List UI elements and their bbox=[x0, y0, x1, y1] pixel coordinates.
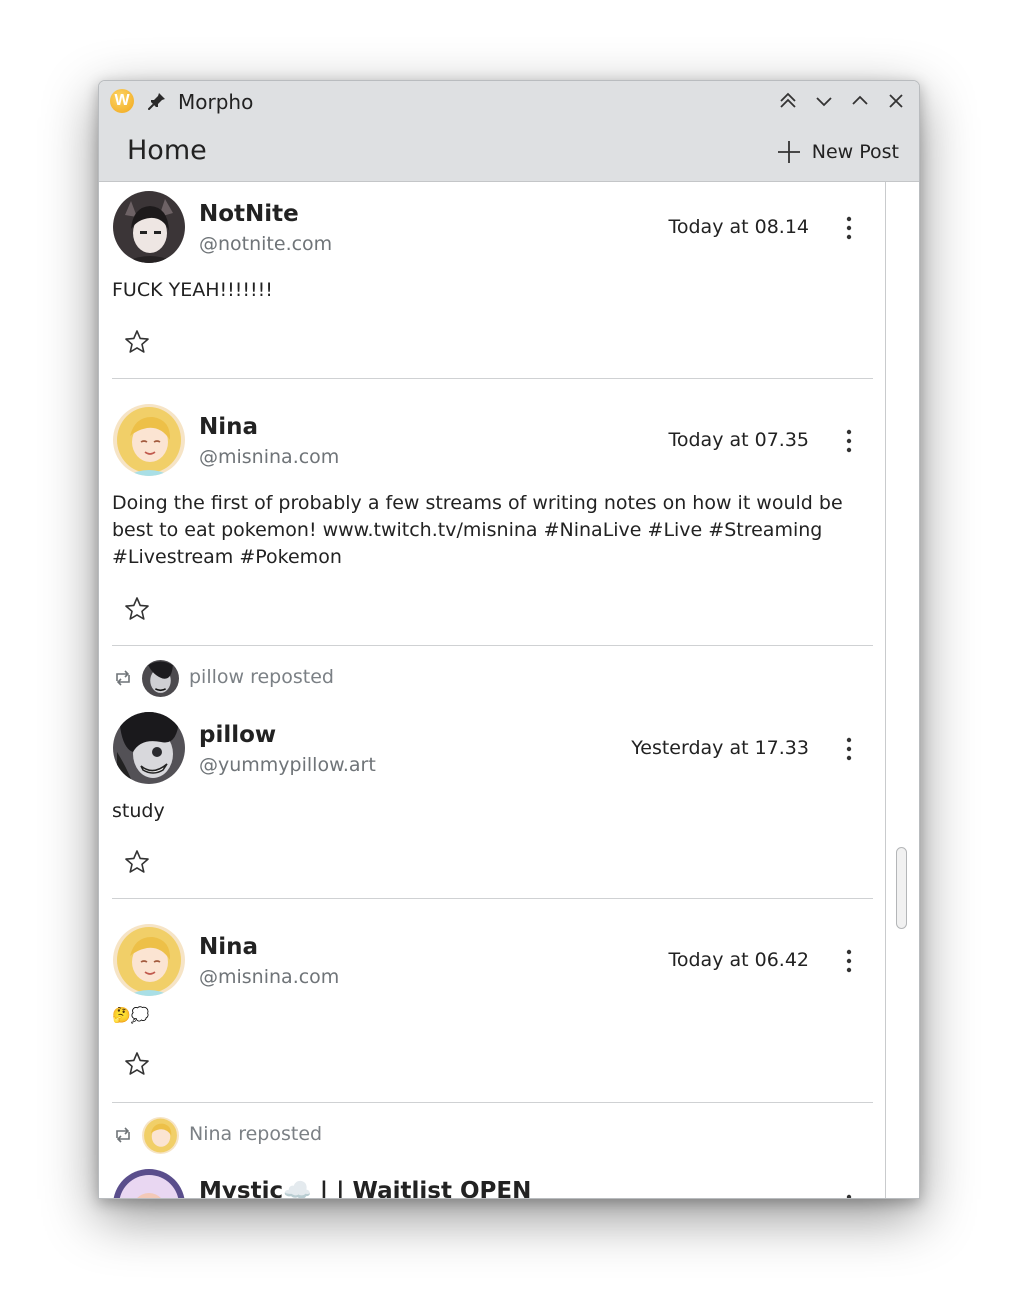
plus-icon bbox=[777, 141, 800, 163]
page-title: Home bbox=[127, 135, 207, 166]
maximize-button[interactable] bbox=[849, 90, 871, 112]
more-options-icon[interactable] bbox=[839, 215, 859, 241]
post-card[interactable]: Nina @misnina.com Today at 06.42 🤔💭 bbox=[112, 899, 873, 1102]
post-text: study bbox=[112, 800, 165, 822]
pin-icon[interactable] bbox=[147, 91, 167, 111]
window-title: Morpho bbox=[178, 90, 254, 114]
post-card[interactable]: Nina @misnina.com Today at 07.35 Doing t… bbox=[112, 379, 873, 645]
new-post-label: New Post bbox=[811, 141, 899, 163]
repost-icon bbox=[116, 670, 130, 686]
avatar[interactable] bbox=[113, 712, 185, 784]
header-toolbar: Home New Post bbox=[99, 123, 919, 182]
post-text: Doing the first of probably a few stream… bbox=[112, 492, 843, 568]
star-icon[interactable] bbox=[123, 848, 151, 876]
post-card[interactable]: NotNite @notnite.com Today at 08.14 FUCK… bbox=[112, 182, 873, 378]
post-divider bbox=[112, 1102, 873, 1103]
more-options-icon[interactable] bbox=[839, 948, 859, 974]
author-name[interactable]: NotNite bbox=[199, 201, 299, 227]
minimize-button[interactable] bbox=[813, 90, 835, 112]
author-name[interactable]: pillow bbox=[199, 722, 276, 748]
post-timestamp: Yesterday at 17.33 bbox=[631, 737, 809, 759]
timeline-feed[interactable]: NotNite @notnite.com Today at 08.14 FUCK… bbox=[99, 182, 886, 1198]
close-button[interactable] bbox=[885, 90, 907, 112]
more-options-icon[interactable] bbox=[839, 736, 859, 762]
avatar[interactable] bbox=[113, 924, 185, 996]
author-name[interactable]: Nina bbox=[199, 934, 258, 960]
scrollbar-track[interactable] bbox=[886, 182, 919, 1198]
repost-indicator[interactable]: pillow reposted bbox=[112, 659, 712, 697]
star-icon[interactable] bbox=[123, 328, 151, 356]
reposter-avatar[interactable] bbox=[142, 1117, 179, 1154]
post-timestamp: Today at 07.35 bbox=[668, 429, 809, 451]
author-handle[interactable]: @yummypillow.art bbox=[199, 754, 376, 776]
avatar[interactable] bbox=[113, 191, 185, 263]
avatar[interactable] bbox=[113, 1169, 185, 1198]
post-text: FUCK YEAH!!!!!!! bbox=[112, 279, 273, 301]
star-icon[interactable] bbox=[123, 595, 151, 623]
reposter-avatar[interactable] bbox=[142, 660, 179, 697]
post-card[interactable]: pillow @yummypillow.art Yesterday at 17.… bbox=[112, 700, 873, 898]
repost-indicator[interactable]: Nina reposted bbox=[112, 1116, 712, 1154]
keep-above-button[interactable] bbox=[777, 90, 799, 112]
post-divider bbox=[112, 645, 873, 646]
repost-icon bbox=[116, 1127, 130, 1143]
author-name[interactable]: Nina bbox=[199, 414, 258, 440]
author-handle[interactable]: @notnite.com bbox=[199, 233, 332, 255]
post-timestamp: Today at 08.14 bbox=[668, 216, 809, 238]
post-text: 🤔💭 bbox=[112, 1006, 150, 1024]
post-card[interactable]: Mystic☁️ | | Waitlist OPEN bbox=[112, 1157, 873, 1198]
more-options-icon[interactable] bbox=[839, 1193, 859, 1198]
avatar[interactable] bbox=[113, 404, 185, 476]
author-handle[interactable]: @misnina.com bbox=[199, 446, 339, 468]
app-window: W Morpho Home New Post NotNite @notnite.… bbox=[98, 80, 920, 1199]
repost-label: pillow reposted bbox=[189, 666, 334, 688]
scrollbar-thumb[interactable] bbox=[896, 847, 907, 929]
author-handle[interactable]: @misnina.com bbox=[199, 966, 339, 988]
app-logo-icon: W bbox=[110, 89, 134, 113]
repost-label: Nina reposted bbox=[189, 1123, 323, 1145]
author-name[interactable]: Mystic☁️ | | Waitlist OPEN bbox=[199, 1177, 531, 1198]
title-bar[interactable]: W Morpho bbox=[99, 81, 919, 123]
post-timestamp: Today at 06.42 bbox=[668, 949, 809, 971]
star-icon[interactable] bbox=[123, 1050, 151, 1078]
new-post-button[interactable]: New Post bbox=[776, 137, 899, 167]
more-options-icon[interactable] bbox=[839, 428, 859, 454]
